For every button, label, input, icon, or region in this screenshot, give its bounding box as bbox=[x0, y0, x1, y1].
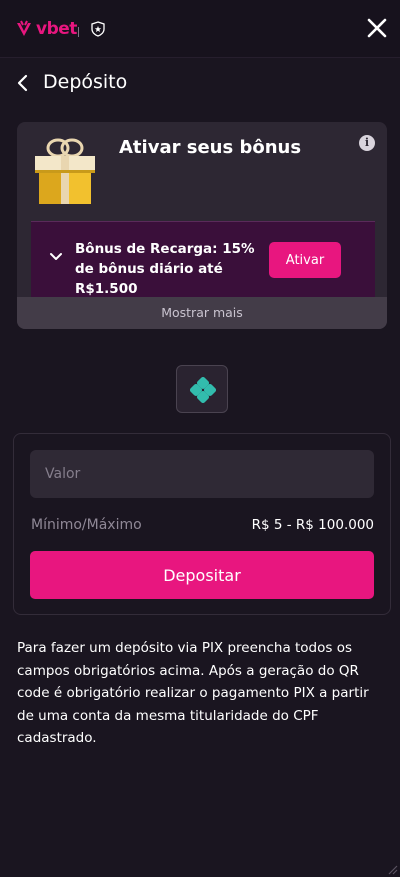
gift-box-icon bbox=[35, 138, 95, 204]
page-header: Depósito bbox=[0, 58, 400, 108]
logo-text: vbet bbox=[36, 19, 77, 39]
info-icon[interactable]: i bbox=[359, 135, 375, 151]
show-more-button[interactable]: Mostrar mais bbox=[17, 297, 387, 329]
deposit-page: vbet Depósito Ativar seus bônus i Bônus … bbox=[0, 0, 400, 877]
shield-star-icon bbox=[91, 21, 105, 37]
top-bar: vbet bbox=[0, 0, 400, 58]
min-max-label: Mínimo/Máximo bbox=[31, 517, 142, 533]
min-max-value: R$ 5 - R$ 100.000 bbox=[251, 517, 374, 533]
bonus-offer-row[interactable]: Bônus de Recarga: 15% de bônus diário at… bbox=[31, 221, 375, 297]
back-arrow-icon[interactable] bbox=[16, 74, 30, 92]
chevron-down-icon[interactable] bbox=[49, 252, 63, 262]
pix-icon bbox=[190, 377, 216, 403]
deposit-button[interactable]: Depositar bbox=[30, 551, 374, 599]
bonus-card: Ativar seus bônus i Bônus de Recarga: 15… bbox=[17, 122, 387, 329]
pix-notice: Para fazer um depósito via PIX preencha … bbox=[17, 640, 369, 746]
page-title: Depósito bbox=[43, 71, 128, 93]
bonus-offer-text: Bônus de Recarga: 15% de bônus diário at… bbox=[75, 241, 255, 297]
payment-method-pix[interactable] bbox=[176, 365, 228, 413]
bonus-title: Ativar seus bônus bbox=[119, 137, 302, 158]
resize-grip-icon[interactable] bbox=[386, 863, 398, 875]
amount-input[interactable] bbox=[30, 450, 374, 498]
vbet-logo[interactable]: vbet bbox=[16, 19, 77, 39]
deposit-form: Mínimo/Máximo R$ 5 - R$ 100.000 Deposita… bbox=[13, 433, 391, 615]
close-icon[interactable] bbox=[366, 17, 388, 39]
vbet-logo-mark-icon bbox=[17, 20, 31, 36]
activate-bonus-button[interactable]: Ativar bbox=[269, 242, 341, 278]
logo-divider bbox=[78, 27, 79, 37]
